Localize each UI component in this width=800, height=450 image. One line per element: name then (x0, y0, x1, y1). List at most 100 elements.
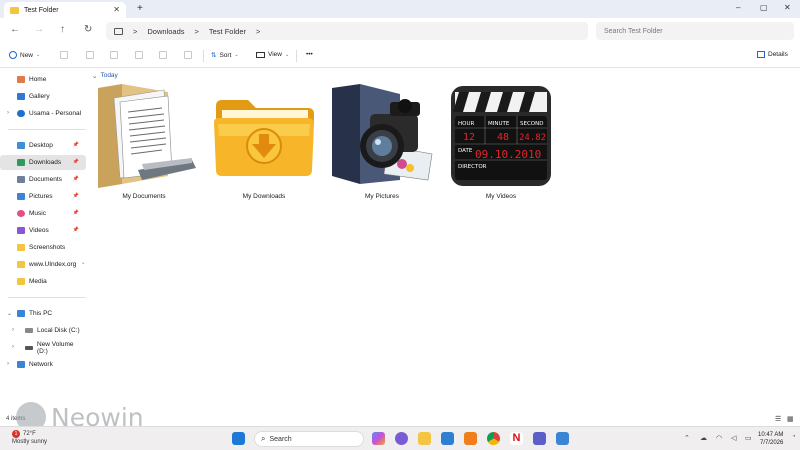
clapper-minute-value: 48 (497, 132, 509, 143)
close-tab-icon[interactable]: ✕ (113, 5, 120, 14)
onedrive-tray-icon[interactable]: ☁ (700, 434, 707, 442)
tray-overflow-icon[interactable]: ⌃ (684, 434, 690, 442)
maximize-button[interactable]: ▢ (760, 3, 768, 12)
sidebar-item-label: Gallery (29, 93, 50, 100)
more-options-button[interactable]: ••• (306, 51, 313, 58)
chevron-right-icon[interactable]: › (7, 110, 9, 116)
file-item-my-downloads[interactable]: My Downloads (212, 84, 316, 204)
app-icon[interactable] (395, 432, 408, 445)
clapper-minute-label: MINUTE (488, 121, 510, 127)
delete-icon[interactable] (184, 51, 192, 59)
taskbar: 1 72°F Mostly sunny ⌕ Search N ⌃ ☁ ◠ ◁ ▭… (0, 426, 800, 450)
clock-time: 10:47 AM (758, 432, 784, 438)
wifi-icon[interactable]: ◠ (716, 434, 722, 442)
copy-icon[interactable] (86, 51, 94, 59)
forward-button[interactable]: → (34, 24, 44, 35)
clapper-second-value: 24.82 (519, 133, 546, 143)
sidebar-item-gallery[interactable]: Gallery (0, 89, 86, 104)
sidebar-item-label: Pictures (29, 193, 53, 200)
sidebar-item-music[interactable]: Music 📌 (0, 206, 86, 221)
sidebar-item-network[interactable]: › Network (0, 357, 86, 372)
clapper-hour-label: HOUR (458, 121, 474, 127)
sidebar-item-videos[interactable]: Videos 📌 (0, 223, 86, 238)
chevron-right-icon[interactable]: › (7, 361, 9, 367)
sidebar-item-new-volume[interactable]: › New Volume (D:) (0, 340, 86, 355)
folder-icon (17, 261, 25, 268)
taskbar-search[interactable]: ⌕ Search (254, 431, 364, 447)
chevron-right-icon[interactable]: › (12, 344, 14, 350)
rename-icon[interactable] (135, 51, 143, 59)
sidebar-item-pictures[interactable]: Pictures 📌 (0, 189, 86, 204)
chevron-right-icon[interactable]: › (12, 327, 14, 333)
sidebar-divider (8, 129, 86, 130)
pictures-camera-icon (332, 84, 433, 184)
copilot-icon[interactable] (372, 432, 385, 445)
clapper-date-label: DATE (458, 148, 473, 154)
search-placeholder: Search Test Folder (604, 27, 663, 35)
sidebar-item-documents[interactable]: Documents 📌 (0, 172, 86, 187)
address-bar[interactable]: > Downloads > Test Folder > (106, 22, 588, 40)
sidebar-item-downloads[interactable]: Downloads 📌 (0, 155, 86, 170)
netflix-icon[interactable]: N (510, 432, 523, 445)
sidebar-item-label: Documents (29, 176, 62, 183)
chrome-icon[interactable] (487, 432, 500, 445)
document-icon (17, 176, 25, 183)
minimize-button[interactable]: – (736, 3, 740, 12)
file-item-my-videos[interactable]: HOUR MINUTE SECOND 12 48 24.82 DATE 09.1… (449, 84, 553, 204)
weather-description: Mostly sunny (12, 439, 48, 445)
clock[interactable]: 10:47 AM 7/7/2026 (758, 431, 783, 447)
pin-icon: 📌 (72, 227, 79, 233)
close-window-button[interactable]: ✕ (784, 3, 791, 12)
search-input[interactable]: Search Test Folder (596, 22, 794, 40)
refresh-button[interactable]: ↻ (84, 24, 92, 35)
breadcrumb-downloads[interactable]: Downloads (147, 27, 184, 36)
sidebar-item-onedrive[interactable]: › Usama - Personal (0, 106, 86, 121)
notification-icon[interactable]: ◔ (792, 434, 796, 440)
back-button[interactable]: ← (10, 24, 20, 35)
file-item-my-pictures[interactable]: My Pictures (330, 84, 434, 204)
up-button[interactable]: ↑ (60, 24, 65, 35)
view-button[interactable]: View ⌄ (256, 51, 289, 58)
tiles-view-icon[interactable]: ▦ (787, 415, 794, 423)
weather-widget[interactable]: 1 72°F Mostly sunny (12, 430, 47, 446)
battery-icon[interactable]: ▭ (745, 434, 752, 442)
tab-test-folder[interactable]: Test Folder ✕ (4, 2, 126, 18)
sidebar-item-label: Local Disk (C:) (37, 327, 80, 334)
sidebar-item-this-pc[interactable]: ⌄ This PC (0, 306, 86, 321)
sidebar-item-home[interactable]: Home (0, 72, 86, 87)
navigation-pane: Home Gallery › Usama - Personal Desktop … (0, 68, 88, 413)
file-explorer-icon[interactable] (418, 432, 431, 445)
paste-icon[interactable] (110, 51, 118, 59)
desktop-icon (17, 142, 25, 149)
clapperboard-icon: HOUR MINUTE SECOND 12 48 24.82 DATE 09.1… (451, 86, 551, 186)
sidebar-item-screenshots[interactable]: Screenshots (0, 240, 86, 255)
list-view-icon[interactable]: ☰ (775, 415, 781, 423)
breadcrumb-test-folder[interactable]: Test Folder (209, 27, 246, 36)
new-tab-button[interactable]: + (137, 3, 143, 14)
vlc-icon[interactable] (464, 432, 477, 445)
file-item-label: My Downloads (242, 193, 286, 200)
sidebar-item-local-disk[interactable]: › Local Disk (C:) (0, 323, 86, 338)
cut-icon[interactable] (60, 51, 68, 59)
new-button[interactable]: New ⌄ (9, 51, 40, 59)
teams-icon[interactable] (533, 432, 546, 445)
chevron-down-icon[interactable]: ⌄ (7, 310, 12, 317)
sort-button[interactable]: ⇅ Sort ⌄ (211, 51, 239, 60)
sidebar-item-desktop[interactable]: Desktop 📌 (0, 138, 86, 153)
file-item-my-documents[interactable]: My Documents (92, 84, 196, 204)
volume-icon[interactable]: ◁ (731, 434, 736, 442)
group-header-today[interactable]: ⌄ Today (92, 72, 118, 80)
pin-icon: 📌 (72, 176, 79, 182)
command-bar: New ⌄ ⇅ Sort ⌄ View ⌄ ••• Details (0, 44, 800, 68)
start-icon[interactable] (232, 432, 245, 445)
share-icon[interactable] (159, 51, 167, 59)
sidebar-item-uindex[interactable]: www.UIndex.org • (0, 257, 86, 272)
pin-icon: 📌 (72, 210, 79, 216)
file-item-label: My Pictures (365, 193, 399, 200)
sidebar-item-media[interactable]: Media (0, 274, 86, 289)
documents-folder-icon (98, 84, 196, 188)
snipping-tool-icon[interactable] (556, 432, 569, 445)
details-button[interactable]: Details (757, 51, 788, 58)
mail-icon[interactable] (441, 432, 454, 445)
drive-icon (25, 328, 33, 333)
